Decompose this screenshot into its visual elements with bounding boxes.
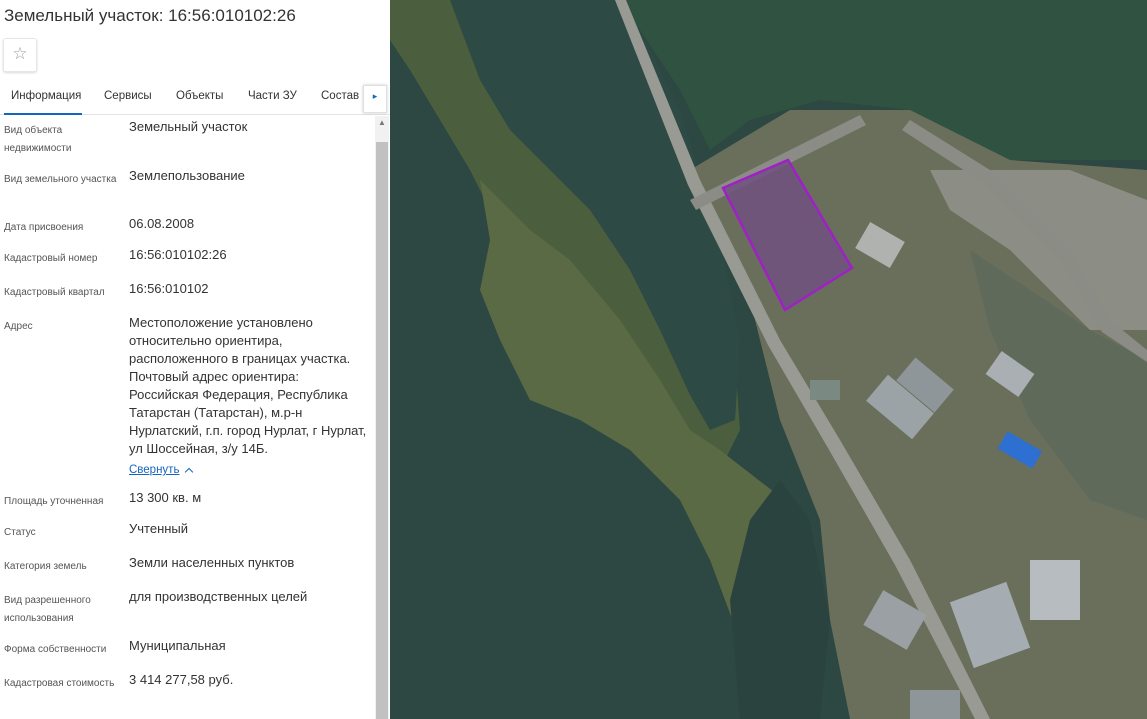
tab-services[interactable]: Сервисы [104,90,152,102]
tabs-next-button[interactable]: ▸ [363,85,387,113]
tab-objects[interactable]: Объекты [176,90,223,102]
info-list: Вид объекта недвижимости Земельный участ… [0,116,375,719]
field-label: Кадастровый квартал [4,287,105,298]
active-tab-indicator [4,113,82,115]
field-label: Адрес [4,321,33,332]
field-value: 13 300 кв. м [129,490,202,505]
map-imagery [390,0,1147,719]
field-label: Категория земель [4,561,87,572]
field-label: Форма собственности [4,644,107,655]
scroll-up-button[interactable]: ▲ [375,116,389,130]
page-title: Земельный участок: 16:56:010102:26 [4,6,296,25]
info-panel: Земельный участок: 16:56:010102:26 ☆ Инф… [0,0,390,719]
field-value: Местоположение установлено относительно … [129,315,367,456]
field-value: 16:56:010102 [129,281,209,296]
field-label: Кадастровая стоимость [4,678,115,689]
collapse-label: Свернуть [129,464,180,476]
chevron-right-icon: ▸ [372,91,378,101]
field-value: Земли населенных пунктов [129,555,295,570]
favorite-button[interactable]: ☆ [3,38,37,72]
field-value: 06.08.2008 [129,216,195,231]
chevron-up-icon [185,467,194,477]
field-value: Учтенный [129,521,189,536]
field-label: Вид земельного участка [4,174,117,185]
field-value: 3 414 277,58 руб. [129,672,234,687]
field-label: Кадастровый номер [4,253,98,264]
field-label: Вид объекта недвижимости [4,125,72,154]
tab-parts[interactable]: Части ЗУ [248,90,297,102]
field-value: Земельный участок [129,119,248,134]
field-label: Статус [4,527,36,538]
arrow-up-icon: ▲ [378,118,386,127]
scrollbar-thumb[interactable] [376,142,388,719]
tab-information[interactable]: Информация [11,90,81,102]
field-value: Землепользование [129,168,245,183]
field-label: Вид разрешенного использования [4,595,91,624]
field-label: Дата присвоения [4,222,84,233]
satellite-map[interactable] [390,0,1147,719]
field-value: для производственных целей [129,589,308,604]
tab-composition[interactable]: Состав [321,90,359,102]
field-value: Муниципальная [129,638,226,653]
tab-bar: Информация Сервисы Объекты Части ЗУ Сост… [0,82,390,115]
scrollbar[interactable]: ▲ [375,116,389,719]
collapse-link[interactable]: Свернуть [129,464,194,477]
field-label: Площадь уточненная [4,496,104,507]
field-value: 16:56:010102:26 [129,247,227,262]
star-icon: ☆ [12,44,28,63]
